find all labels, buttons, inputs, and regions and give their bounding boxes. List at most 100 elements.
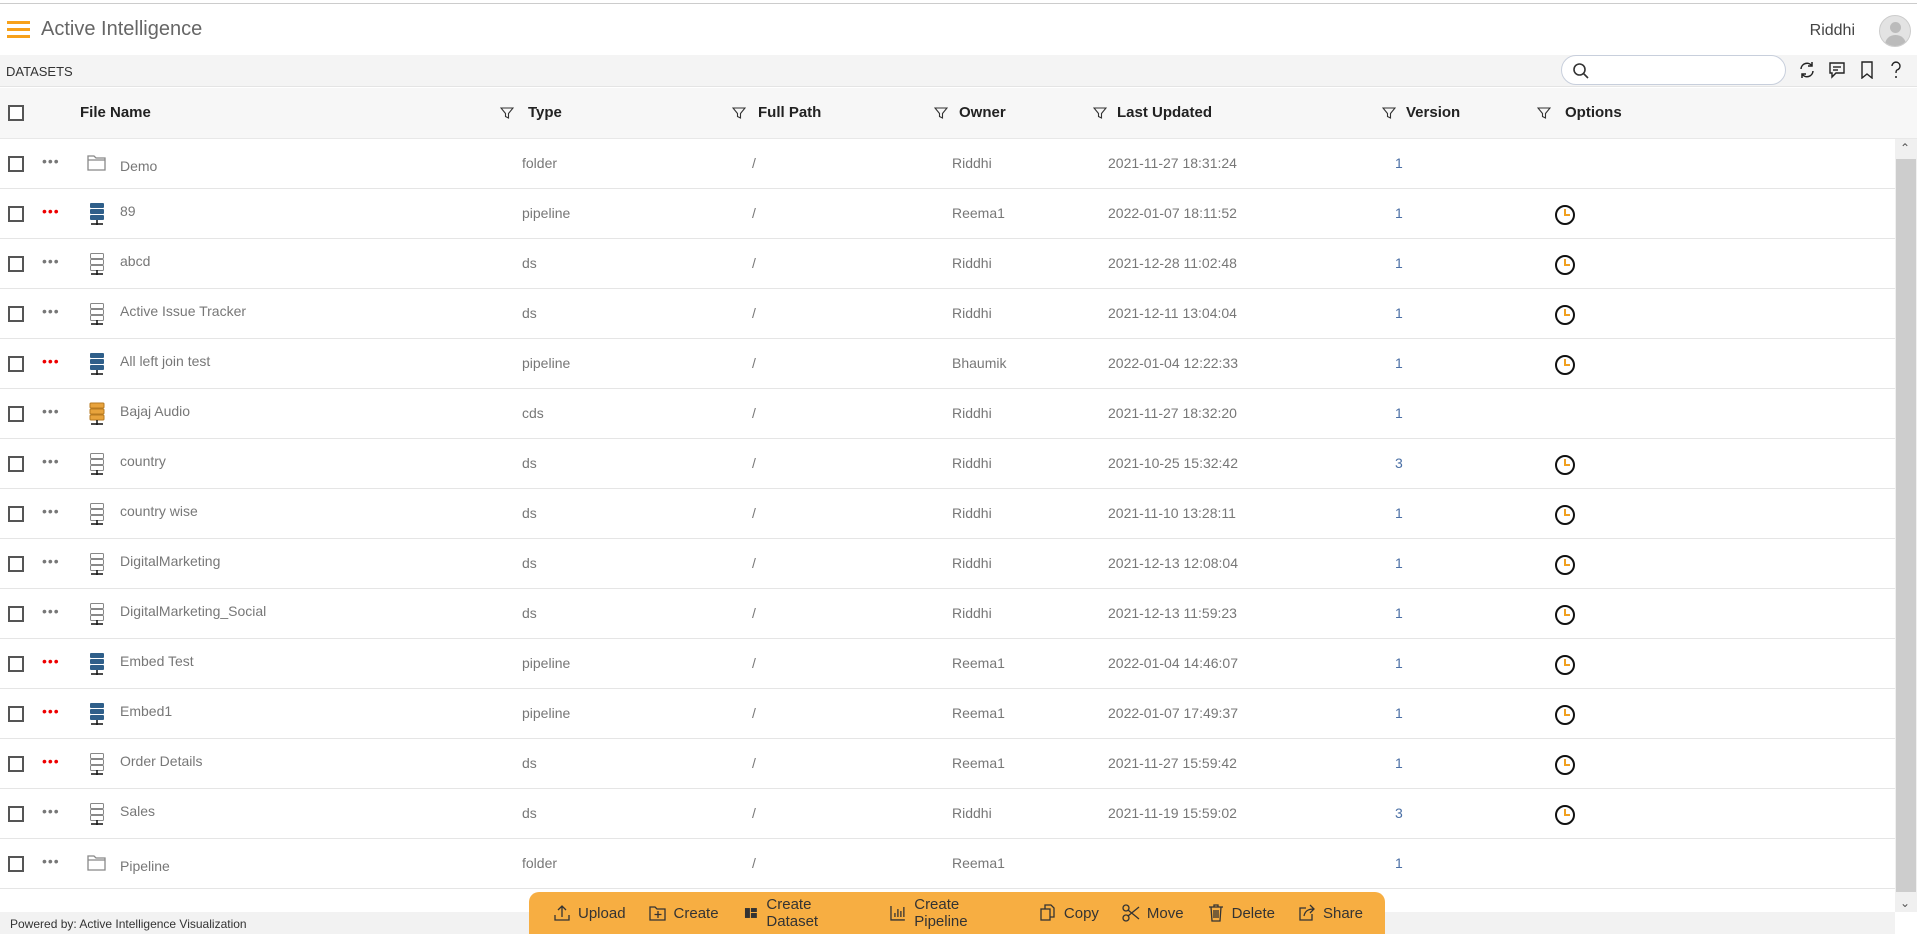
row-menu-icon[interactable]: ••• xyxy=(42,603,60,619)
scrollbar-thumb[interactable] xyxy=(1896,159,1916,892)
row-menu-icon[interactable]: ••• xyxy=(42,553,60,569)
history-clock-icon[interactable] xyxy=(1554,254,1576,281)
file-name[interactable]: DigitalMarketing_Social xyxy=(120,603,266,619)
file-name[interactable]: Active Issue Tracker xyxy=(120,303,246,319)
row-checkbox[interactable] xyxy=(8,306,24,322)
filter-icon[interactable] xyxy=(934,106,948,120)
filter-icon[interactable] xyxy=(1093,106,1107,120)
row-checkbox[interactable] xyxy=(8,656,24,672)
file-name[interactable]: Sales xyxy=(120,803,155,819)
row-checkbox[interactable] xyxy=(8,206,24,222)
row-checkbox[interactable] xyxy=(8,506,24,522)
history-clock-icon[interactable] xyxy=(1554,354,1576,381)
row-checkbox[interactable] xyxy=(8,356,24,372)
copy-button[interactable]: Copy xyxy=(1038,903,1099,923)
file-name[interactable]: Bajaj Audio xyxy=(120,403,190,419)
file-name[interactable]: abcd xyxy=(120,253,150,269)
table-row[interactable]: ••• Order Details ds / Reema1 2021-11-27… xyxy=(0,739,1895,789)
row-checkbox[interactable] xyxy=(8,406,24,422)
column-version[interactable]: Version xyxy=(1406,104,1460,121)
user-name[interactable]: Riddhi xyxy=(1810,22,1855,40)
row-checkbox[interactable] xyxy=(8,856,24,872)
file-name[interactable]: Embed1 xyxy=(120,703,172,719)
history-clock-icon[interactable] xyxy=(1554,704,1576,731)
file-name[interactable]: country wise xyxy=(120,503,198,519)
row-menu-icon[interactable]: ••• xyxy=(42,853,60,869)
history-clock-icon[interactable] xyxy=(1554,754,1576,781)
row-menu-icon[interactable]: ••• xyxy=(42,153,60,169)
file-name[interactable]: country xyxy=(120,453,166,469)
avatar[interactable] xyxy=(1879,15,1911,47)
row-checkbox[interactable] xyxy=(8,706,24,722)
hamburger-menu-icon[interactable] xyxy=(7,21,30,39)
column-type[interactable]: Type xyxy=(528,104,562,121)
refresh-icon[interactable] xyxy=(1798,61,1816,79)
table-row[interactable]: ••• Embed1 pipeline / Reema1 2022-01-07 … xyxy=(0,689,1895,739)
file-name[interactable]: Order Details xyxy=(120,753,202,769)
file-name[interactable]: Pipeline xyxy=(120,858,170,874)
create-dataset-button[interactable]: Create Dataset xyxy=(741,896,867,930)
filter-icon[interactable] xyxy=(732,106,746,120)
table-row[interactable]: ••• Bajaj Audio cds / Riddhi 2021-11-27 … xyxy=(0,389,1895,439)
row-checkbox[interactable] xyxy=(8,256,24,272)
file-name[interactable]: Demo xyxy=(120,158,157,174)
table-row[interactable]: ••• country ds / Riddhi 2021-10-25 15:32… xyxy=(0,439,1895,489)
comment-icon[interactable] xyxy=(1828,61,1846,79)
table-row[interactable]: ••• Demo folder / Riddhi 2021-11-27 18:3… xyxy=(0,139,1895,189)
table-row[interactable]: ••• DigitalMarketing ds / Riddhi 2021-12… xyxy=(0,539,1895,589)
delete-button[interactable]: Delete xyxy=(1206,903,1275,923)
row-checkbox[interactable] xyxy=(8,806,24,822)
table-row[interactable]: ••• Embed Test pipeline / Reema1 2022-01… xyxy=(0,639,1895,689)
column-file-name[interactable]: File Name xyxy=(80,104,151,121)
table-row[interactable]: ••• Sales ds / Riddhi 2021-11-19 15:59:0… xyxy=(0,789,1895,839)
history-clock-icon[interactable] xyxy=(1554,654,1576,681)
file-name[interactable]: All left join test xyxy=(120,353,210,369)
create-pipeline-button[interactable]: Create Pipeline xyxy=(888,896,1015,930)
filter-icon[interactable] xyxy=(1537,106,1551,120)
row-menu-icon[interactable]: ••• xyxy=(42,703,60,719)
move-button[interactable]: Move xyxy=(1121,903,1184,923)
scroll-up-icon[interactable]: ⌃ xyxy=(1900,141,1910,155)
table-row[interactable]: ••• Active Issue Tracker ds / Riddhi 202… xyxy=(0,289,1895,339)
column-full-path[interactable]: Full Path xyxy=(758,104,821,121)
file-name[interactable]: 89 xyxy=(120,203,136,219)
column-last-updated[interactable]: Last Updated xyxy=(1117,104,1212,121)
row-menu-icon[interactable]: ••• xyxy=(42,353,60,369)
row-checkbox[interactable] xyxy=(8,456,24,472)
history-clock-icon[interactable] xyxy=(1554,304,1576,331)
scrollbar[interactable]: ⌃ ⌄ xyxy=(1895,139,1917,912)
history-clock-icon[interactable] xyxy=(1554,804,1576,831)
file-name[interactable]: Embed Test xyxy=(120,653,194,669)
row-menu-icon[interactable]: ••• xyxy=(42,403,60,419)
row-menu-icon[interactable]: ••• xyxy=(42,253,60,269)
history-clock-icon[interactable] xyxy=(1554,204,1576,231)
row-menu-icon[interactable]: ••• xyxy=(42,503,60,519)
history-clock-icon[interactable] xyxy=(1554,504,1576,531)
create-button[interactable]: Create xyxy=(648,903,719,923)
table-row[interactable]: ••• abcd ds / Riddhi 2021-12-28 11:02:48… xyxy=(0,239,1895,289)
table-row[interactable]: ••• 89 pipeline / Reema1 2022-01-07 18:1… xyxy=(0,189,1895,239)
upload-button[interactable]: Upload xyxy=(552,903,626,923)
bookmark-icon[interactable] xyxy=(1859,61,1875,79)
row-checkbox[interactable] xyxy=(8,156,24,172)
select-all-checkbox[interactable] xyxy=(8,105,24,121)
table-row[interactable]: ••• country wise ds / Riddhi 2021-11-10 … xyxy=(0,489,1895,539)
table-row[interactable]: ••• All left join test pipeline / Bhaumi… xyxy=(0,339,1895,389)
row-menu-icon[interactable]: ••• xyxy=(42,653,60,669)
history-clock-icon[interactable] xyxy=(1554,604,1576,631)
row-menu-icon[interactable]: ••• xyxy=(42,303,60,319)
row-checkbox[interactable] xyxy=(8,606,24,622)
row-menu-icon[interactable]: ••• xyxy=(42,203,60,219)
history-clock-icon[interactable] xyxy=(1554,554,1576,581)
help-icon[interactable] xyxy=(1889,61,1903,79)
row-menu-icon[interactable]: ••• xyxy=(42,753,60,769)
share-button[interactable]: Share xyxy=(1297,903,1363,923)
history-clock-icon[interactable] xyxy=(1554,454,1576,481)
filter-icon[interactable] xyxy=(500,106,514,120)
row-menu-icon[interactable]: ••• xyxy=(42,453,60,469)
table-row[interactable]: ••• DigitalMarketing_Social ds / Riddhi … xyxy=(0,589,1895,639)
row-menu-icon[interactable]: ••• xyxy=(42,803,60,819)
row-checkbox[interactable] xyxy=(8,756,24,772)
table-row[interactable]: ••• Pipeline folder / Reema1 1 xyxy=(0,839,1895,889)
scroll-down-icon[interactable]: ⌄ xyxy=(1900,896,1910,910)
